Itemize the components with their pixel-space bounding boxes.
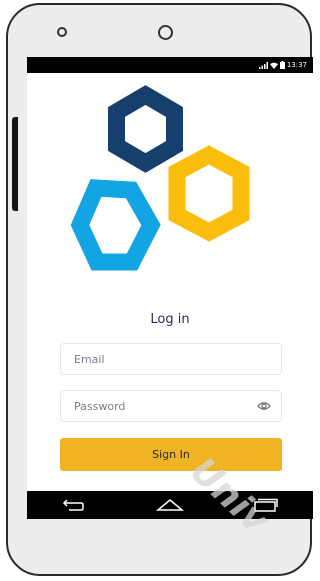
logo-hexagon-right — [168, 145, 250, 242]
sign-in-button[interactable]: Sign In — [60, 438, 282, 471]
phone-camera — [158, 25, 173, 40]
recent-apps-icon[interactable] — [254, 498, 278, 512]
home-icon[interactable] — [156, 498, 184, 512]
logo-hexagon-left — [70, 179, 161, 271]
password-placeholder: Password — [74, 399, 126, 413]
phone-screen: 13:37 Log in Email Password Sign In — [27, 57, 313, 519]
phone-sensor — [57, 27, 67, 37]
email-placeholder: Email — [74, 352, 105, 366]
phone-side-button — [12, 117, 18, 211]
back-icon[interactable] — [62, 497, 86, 513]
show-password-icon[interactable] — [257, 400, 271, 412]
navigation-bar — [27, 491, 313, 519]
sign-in-label: Sign In — [152, 448, 190, 461]
logo-hexagon-top — [108, 85, 183, 173]
page-title: Log in — [150, 312, 190, 327]
phone-frame: 13:37 Log in Email Password Sign In — [6, 3, 313, 576]
password-field[interactable]: Password — [60, 390, 282, 422]
app-logo — [70, 85, 250, 271]
email-field[interactable]: Email — [60, 343, 282, 375]
